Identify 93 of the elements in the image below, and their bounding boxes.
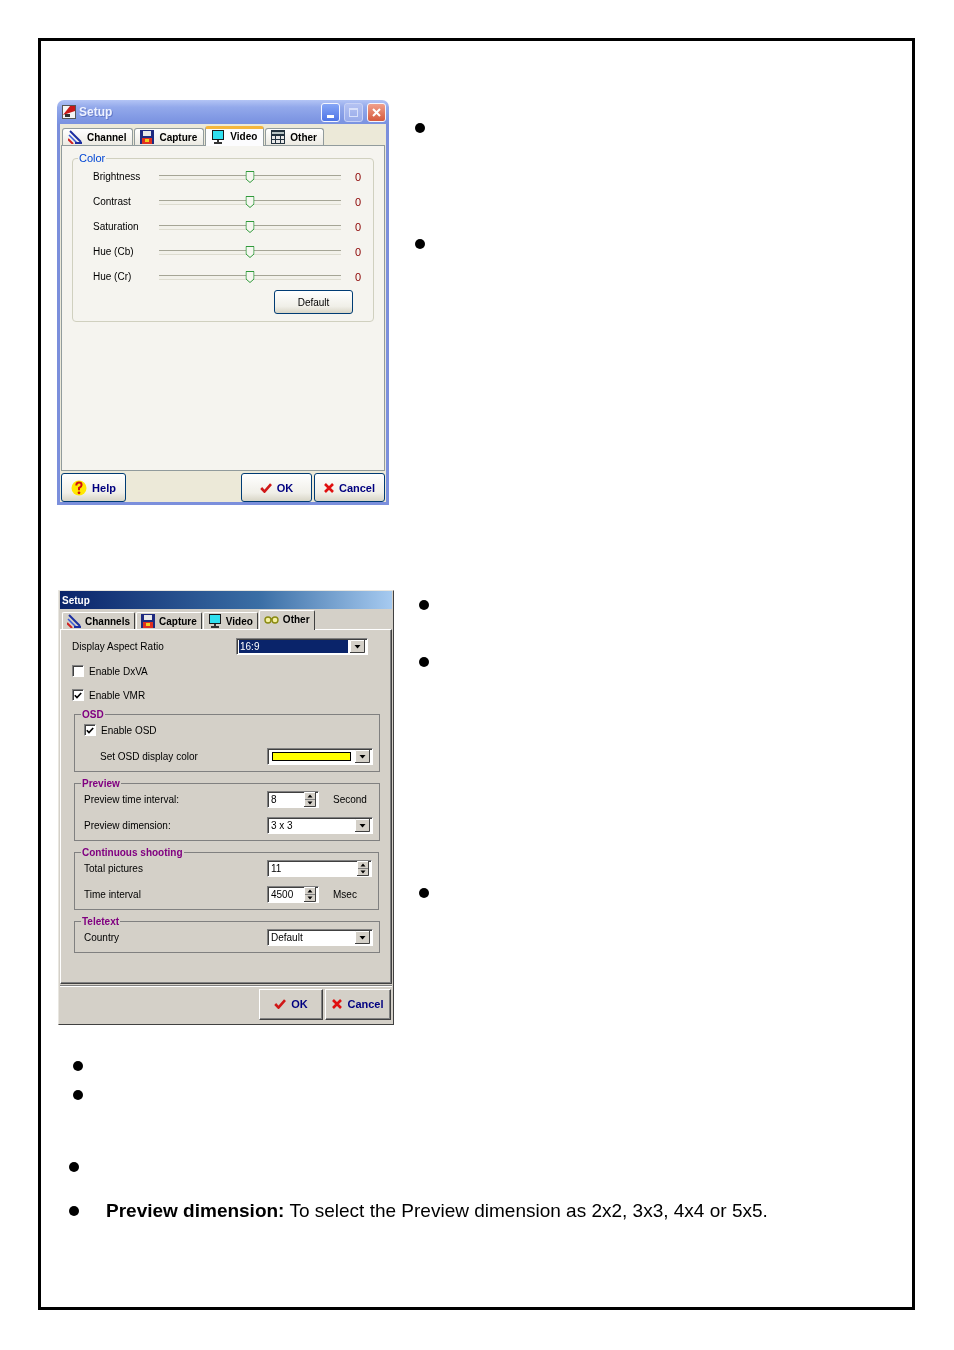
cancel-button[interactable]: Cancel — [314, 473, 385, 502]
dropdown[interactable]: Default — [267, 928, 373, 946]
checkbox[interactable] — [84, 724, 96, 736]
caret-icon — [355, 818, 370, 832]
unit-label: Msec — [333, 888, 357, 900]
slider-value: 0 — [355, 195, 363, 208]
dropdown[interactable]: 16:9 — [236, 638, 368, 655]
up-down-arrows-icon — [304, 791, 316, 807]
up-down-arrows-icon — [304, 886, 316, 902]
checkmark-icon — [274, 999, 287, 1009]
tab[interactable]: Other — [265, 128, 324, 145]
bullet-icon — [419, 657, 429, 667]
field-label: Total pictures — [84, 862, 144, 874]
field-label: Preview dimension: — [84, 819, 172, 831]
antenna-icon — [68, 130, 82, 144]
grid-icon — [271, 130, 286, 144]
app-icon — [62, 105, 76, 119]
slider-label: Saturation — [93, 221, 140, 232]
group-title: Teletext — [81, 916, 121, 927]
color-dropdown[interactable] — [267, 747, 373, 765]
bullet-icon — [69, 1206, 79, 1216]
spin-box[interactable]: 11 — [267, 859, 372, 877]
tab[interactable]: Channels — [62, 612, 135, 629]
ok-button[interactable]: OK — [259, 988, 323, 1020]
group-title: OSD — [81, 709, 105, 720]
bullet-icon — [415, 239, 425, 249]
bullet-icon — [73, 1090, 83, 1100]
slider-label: Brightness — [93, 171, 142, 182]
field-label: Time interval — [84, 888, 142, 900]
monitor-icon — [207, 614, 222, 628]
bullet-icon — [415, 123, 425, 133]
ok-button[interactable]: OK — [241, 473, 312, 502]
close-button[interactable] — [367, 102, 386, 122]
maximize-button[interactable] — [344, 102, 363, 122]
help-icon — [71, 479, 88, 496]
cancel-button[interactable]: Cancel — [325, 988, 391, 1020]
slider-thumb[interactable] — [245, 245, 255, 258]
slider-value: 0 — [355, 170, 363, 183]
group-title: Color — [78, 152, 107, 164]
checkmark-icon — [259, 482, 272, 493]
checkbox[interactable] — [72, 665, 84, 677]
bullet-icon — [69, 1162, 79, 1172]
minimize-button[interactable] — [321, 102, 340, 122]
caret-icon — [355, 749, 370, 763]
group-title: Continuous shooting — [81, 847, 184, 858]
close-icon — [372, 107, 381, 117]
slider-value: 0 — [355, 220, 363, 233]
field-label: Preview time interval: — [84, 793, 181, 805]
minimize-icon — [327, 114, 334, 118]
slider-thumb[interactable] — [245, 220, 255, 233]
slider-value: 0 — [355, 245, 363, 258]
caret-icon — [350, 640, 365, 653]
tab[interactable]: Other — [258, 610, 315, 630]
maximize-icon — [349, 107, 358, 117]
window-title: Setup — [79, 105, 114, 119]
slider-label: Contrast — [93, 196, 132, 207]
checkbox-label: Enable OSD — [101, 724, 157, 736]
glasses-icon — [263, 615, 279, 624]
slider-thumb[interactable] — [245, 170, 255, 183]
slider-label: Hue (Cr) — [93, 271, 133, 282]
bullet-icon — [73, 1061, 83, 1071]
up-down-arrows-icon — [357, 860, 369, 876]
tab[interactable]: Capture — [136, 612, 202, 629]
cross-icon — [323, 482, 334, 493]
bullet-icon — [419, 600, 429, 610]
cross-icon — [332, 999, 343, 1009]
window-title: Setup — [62, 594, 90, 606]
checkbox-label: Enable DxVA — [89, 665, 148, 677]
tab[interactable]: Capture — [134, 128, 205, 145]
field-label: Set OSD display color — [99, 750, 199, 762]
tab[interactable]: Channel — [62, 128, 134, 145]
checkbox-label: Enable VMR — [89, 689, 146, 701]
unit-label: Second — [333, 793, 367, 805]
antenna-icon — [67, 614, 81, 628]
note-text: Preview dimension: To select the Preview dimension as 2x2, 3x3, 4x4 or 5x5. — [106, 1200, 768, 1222]
tab[interactable]: Video — [205, 126, 265, 146]
dropdown[interactable]: 3 x 3 — [267, 816, 373, 834]
field-label: Display Aspect Ratio — [72, 641, 165, 652]
slider-value: 0 — [355, 270, 363, 283]
checkbox[interactable] — [72, 689, 84, 701]
bullet-icon — [419, 888, 429, 898]
field-label: Country — [84, 931, 120, 943]
slider-label: Hue (Cb) — [93, 246, 135, 257]
tab[interactable]: Video — [202, 612, 258, 629]
group-title: Preview — [81, 778, 121, 789]
slider-thumb[interactable] — [245, 195, 255, 208]
caret-icon — [355, 930, 370, 944]
default-button[interactable]: Default — [274, 290, 353, 314]
spin-box[interactable]: 8 — [267, 790, 319, 808]
slider-thumb[interactable] — [245, 270, 255, 283]
monitor-icon — [211, 129, 226, 144]
help-button[interactable]: Help — [61, 473, 126, 502]
spin-box[interactable]: 4500 — [267, 885, 319, 903]
